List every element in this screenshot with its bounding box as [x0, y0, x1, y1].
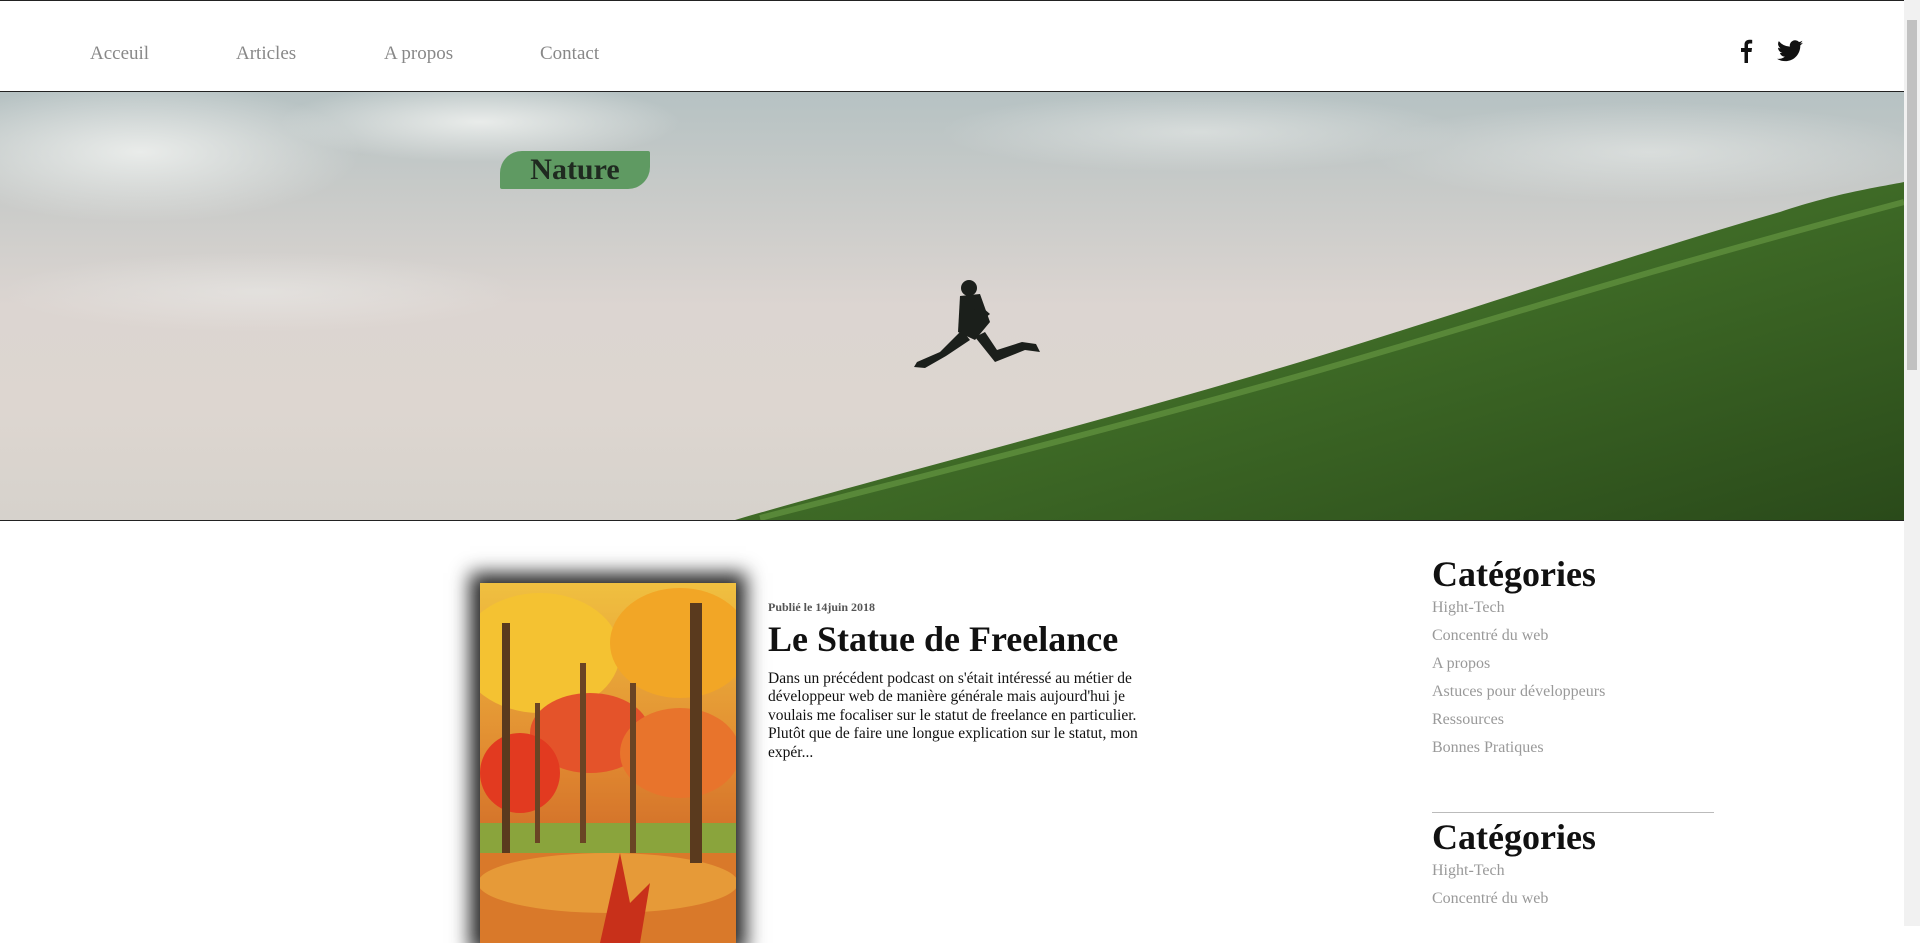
category-link-astuces[interactable]: Astuces pour développeurs [1432, 678, 1714, 706]
vertical-scrollbar[interactable] [1904, 0, 1920, 926]
article-excerpt: Dans un précédent podcast on s'était int… [768, 670, 1138, 761]
site-header: Acceuil Articles A propos Contact [0, 1, 1904, 92]
hero-image [0, 92, 1904, 520]
nav-link-contact[interactable]: Contact [540, 43, 599, 65]
hero-banner: Nature [0, 92, 1904, 521]
nav-link-acceuil[interactable]: Acceuil [90, 43, 149, 65]
category-tag[interactable]: Nature [500, 151, 650, 189]
sidebar-section-categories-2: Catégories Hight-Tech Concentré du web [1432, 817, 1714, 913]
category-link-ressources[interactable]: Ressources [1432, 706, 1714, 734]
category-link-concentre-du-web[interactable]: Concentré du web [1432, 885, 1714, 913]
article-title[interactable]: Le Statue de Freelance [768, 618, 1118, 660]
sidebar-divider [1432, 812, 1714, 813]
sidebar-section-categories: Catégories Hight-Tech Concentré du web A… [1432, 554, 1714, 762]
category-link-concentre-du-web[interactable]: Concentré du web [1432, 622, 1714, 650]
article-date: Publié le 14juin 2018 [768, 600, 876, 614]
scrollbar-thumb[interactable] [1907, 20, 1917, 370]
nav-link-a-propos[interactable]: A propos [384, 43, 453, 65]
facebook-icon[interactable] [1739, 39, 1753, 63]
category-link-bonnes-pratiques[interactable]: Bonnes Pratiques [1432, 734, 1714, 762]
jumper-silhouette [914, 280, 1040, 368]
nav-link-articles[interactable]: Articles [236, 43, 296, 65]
sidebar-heading: Catégories [1432, 817, 1596, 857]
twitter-icon[interactable] [1777, 40, 1803, 62]
category-link-a-propos[interactable]: A propos [1432, 650, 1714, 678]
article-thumbnail[interactable] [480, 583, 736, 943]
category-link-hight-tech[interactable]: Hight-Tech [1432, 857, 1714, 885]
sidebar-heading: Catégories [1432, 554, 1596, 594]
category-link-hight-tech[interactable]: Hight-Tech [1432, 594, 1714, 622]
